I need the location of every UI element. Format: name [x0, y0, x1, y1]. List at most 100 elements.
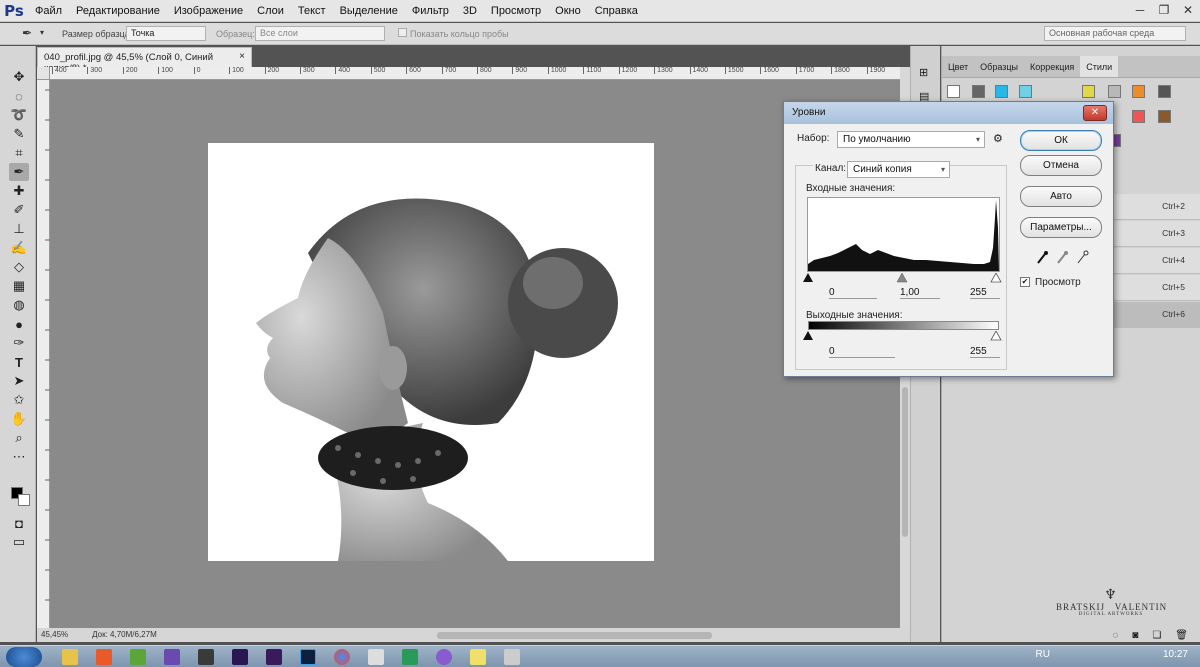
restore-icon[interactable]: ❐	[1152, 0, 1176, 20]
save-selection-icon[interactable]: ◙	[1132, 630, 1138, 641]
app-icon[interactable]	[164, 649, 180, 665]
input-black-value[interactable]: 0	[829, 287, 877, 299]
tab-styles[interactable]: Стили	[1080, 56, 1119, 77]
dodge-tool-icon[interactable]: ●	[9, 315, 29, 333]
style-swatch[interactable]	[1132, 85, 1145, 98]
utility-icon[interactable]	[130, 649, 146, 665]
menu-edit[interactable]: Редактирование	[69, 0, 167, 22]
eraser-tool-icon[interactable]: ◇	[9, 258, 29, 276]
zoom-level[interactable]: 45,45%	[41, 630, 68, 643]
more-tools-icon[interactable]: ⋯	[9, 448, 29, 466]
style-swatch[interactable]	[995, 85, 1008, 98]
media-player-icon[interactable]	[96, 649, 112, 665]
input-sliders[interactable]	[802, 273, 1006, 285]
style-swatch[interactable]	[972, 85, 985, 98]
path-select-tool-icon[interactable]: ➤	[9, 372, 29, 390]
app-icon[interactable]	[470, 649, 486, 665]
menu-select[interactable]: Выделение	[333, 0, 405, 22]
history-panel-icon[interactable]: ⊞	[919, 66, 928, 79]
photoshop-taskbar-icon[interactable]	[300, 649, 316, 665]
quick-mask-icon[interactable]: ◘	[9, 514, 29, 532]
lasso-tool-icon[interactable]: ➰	[9, 106, 29, 124]
background-color-swatch[interactable]	[18, 494, 30, 506]
vertical-scroll-thumb[interactable]	[902, 387, 908, 537]
artboard[interactable]	[208, 143, 654, 561]
tab-color[interactable]: Цвет	[942, 56, 974, 77]
output-sliders[interactable]	[802, 331, 1006, 343]
hand-tool-icon[interactable]: ✋	[9, 410, 29, 428]
screen-mode-icon[interactable]: ▭	[9, 533, 29, 551]
app-icon[interactable]	[402, 649, 418, 665]
blur-tool-icon[interactable]: ◍	[9, 296, 29, 314]
tool-preset-chevron-icon[interactable]: ▾	[40, 28, 44, 37]
move-tool-icon[interactable]: ✥	[9, 68, 29, 86]
canvas-area[interactable]	[50, 80, 900, 628]
app-icon[interactable]	[504, 649, 520, 665]
horizontal-scroll-thumb[interactable]	[437, 632, 712, 639]
style-swatch[interactable]	[1132, 110, 1145, 123]
premiere-icon[interactable]	[266, 649, 282, 665]
dialog-close-button[interactable]: ✕	[1083, 105, 1107, 121]
close-tab-icon[interactable]: ×	[239, 51, 245, 62]
load-selection-icon[interactable]: ◌	[1112, 630, 1118, 641]
style-none-swatch[interactable]	[947, 85, 960, 98]
menu-layers[interactable]: Слои	[250, 0, 291, 22]
preset-options-gear-icon[interactable]: ⚙	[993, 132, 1003, 145]
eyedropper-tool-icon[interactable]: ✒	[22, 26, 32, 40]
menu-filter[interactable]: Фильтр	[405, 0, 456, 22]
style-swatch[interactable]	[1019, 85, 1032, 98]
document-size[interactable]: Док: 4,70M/6,27M	[92, 630, 157, 643]
quick-select-tool-icon[interactable]: ✎	[9, 125, 29, 143]
preview-checkbox[interactable]: ✔	[1020, 277, 1030, 287]
viber-icon[interactable]	[436, 649, 452, 665]
clone-stamp-tool-icon[interactable]: ⊥	[9, 220, 29, 238]
channel-select[interactable]: Синий копия ▾	[847, 161, 950, 178]
delete-icon[interactable]: 🗑	[1175, 630, 1188, 641]
tab-adjustments[interactable]: Коррекция	[1024, 56, 1080, 77]
output-white-value[interactable]: 255	[970, 346, 1000, 358]
healing-brush-tool-icon[interactable]: ✚	[9, 182, 29, 200]
new-channel-icon[interactable]: ❏	[1152, 630, 1161, 641]
menu-help[interactable]: Справка	[588, 0, 645, 22]
minimize-icon[interactable]: ─	[1128, 0, 1152, 20]
tab-swatches[interactable]: Образцы	[974, 56, 1024, 77]
gradient-tool-icon[interactable]: ▦	[9, 277, 29, 295]
input-gamma-value[interactable]: 1,00	[900, 287, 940, 299]
after-effects-icon[interactable]	[232, 649, 248, 665]
document-tab[interactable]: 040_profil.jpg @ 45,5% (Слой 0, Синий ко…	[37, 47, 252, 74]
zoom-tool-icon[interactable]: ⌕	[9, 429, 29, 447]
menu-file[interactable]: Файл	[28, 0, 69, 22]
shape-tool-icon[interactable]: ✩	[9, 391, 29, 409]
start-button[interactable]	[6, 647, 42, 667]
menu-type[interactable]: Текст	[291, 0, 333, 22]
clock[interactable]: 10:27	[1163, 649, 1188, 660]
options-button[interactable]: Параметры...	[1020, 217, 1102, 238]
sample-size-select[interactable]: Точка	[126, 26, 206, 41]
brush-tool-icon[interactable]: ✐	[9, 201, 29, 219]
style-swatch[interactable]	[1158, 110, 1171, 123]
show-ring-checkbox[interactable]	[398, 28, 407, 37]
history-brush-tool-icon[interactable]: ✍	[9, 239, 29, 257]
type-tool-icon[interactable]: T	[9, 353, 29, 371]
app-icon[interactable]	[368, 649, 384, 665]
style-swatch[interactable]	[1082, 85, 1095, 98]
ok-button[interactable]: ОК	[1020, 130, 1102, 151]
chrome-icon[interactable]	[334, 649, 350, 665]
language-indicator[interactable]: RU	[1036, 649, 1050, 660]
preset-select[interactable]: По умолчанию ▾	[837, 131, 985, 148]
style-swatch[interactable]	[1158, 85, 1171, 98]
menu-3d[interactable]: 3D	[456, 0, 484, 22]
app-icon[interactable]	[198, 649, 214, 665]
eyedropper-tool-icon[interactable]: ✒	[9, 163, 29, 181]
menu-view[interactable]: Просмотр	[484, 0, 548, 22]
marquee-tool-icon[interactable]: ◌	[9, 87, 29, 105]
workspace-select[interactable]: Основная рабочая среда	[1044, 26, 1186, 41]
menu-image[interactable]: Изображение	[167, 0, 250, 22]
pen-tool-icon[interactable]: ✑	[9, 334, 29, 352]
auto-button[interactable]: Авто	[1020, 186, 1102, 207]
sample-layers-select[interactable]: Все слои	[255, 26, 385, 41]
cancel-button[interactable]: Отмена	[1020, 155, 1102, 176]
style-swatch[interactable]	[1108, 85, 1121, 98]
output-black-value[interactable]: 0	[829, 346, 895, 358]
crop-tool-icon[interactable]: ⌗	[9, 144, 29, 162]
